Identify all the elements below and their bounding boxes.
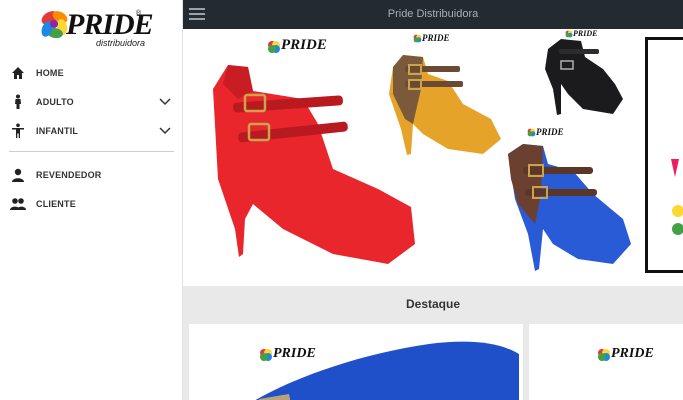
- sidebar-item-home[interactable]: HOME: [0, 58, 183, 87]
- boots-illustration: [213, 39, 683, 271]
- blue-boot: [508, 144, 631, 271]
- child-person-icon: [10, 123, 26, 139]
- featured-section: Destaque PRIDE PRIDE: [183, 286, 683, 400]
- section-heading: Destaque: [405, 297, 461, 311]
- users-icon: [10, 196, 26, 212]
- sidebar-item-label: ADULTO: [36, 96, 74, 107]
- black-boot: [545, 39, 623, 115]
- ad-frame: [645, 37, 683, 273]
- sidebar-item-adulto[interactable]: ADULTO: [0, 87, 183, 116]
- chevron-down-icon[interactable]: [157, 94, 173, 110]
- sidebar-item-label: HOME: [36, 67, 64, 78]
- sidebar: PRIDE ® distribuidora HOME ADULTO INFANT…: [0, 0, 183, 400]
- sidebar-nav: HOME ADULTO INFANTIL REVENDEDOR CLIENTE: [0, 58, 183, 218]
- sidebar-item-label: CLIENTE: [36, 198, 76, 209]
- product-card[interactable]: PRIDE: [189, 324, 523, 400]
- page-title: Pride Distribuidora: [387, 8, 479, 20]
- sidebar-item-infantil[interactable]: INFANTIL: [0, 116, 183, 145]
- logo-sub: distribuidora: [96, 38, 146, 48]
- mustard-boot: [389, 55, 501, 155]
- sidebar-item-cliente[interactable]: CLIENTE: [0, 189, 183, 218]
- adult-person-icon: [10, 94, 26, 110]
- sidebar-item-label: REVENDEDOR: [36, 169, 102, 180]
- card-logo: PRIDE: [597, 346, 654, 362]
- logo-registered: ®: [136, 10, 142, 17]
- card-logo-word: PRIDE: [611, 346, 654, 361]
- sidebar-item-label: INFANTIL: [36, 125, 79, 136]
- sidebar-divider: [9, 151, 174, 152]
- user-icon: [10, 167, 26, 183]
- hero-banner[interactable]: PRIDE PRIDE PRIDE PRIDE: [183, 29, 683, 286]
- rainbow-flower-icon: [598, 349, 610, 361]
- home-icon: [10, 65, 26, 81]
- sidebar-item-revendedor[interactable]: REVENDEDOR: [0, 160, 183, 189]
- pride-logo[interactable]: PRIDE ® distribuidora: [40, 6, 154, 50]
- app-header: Pride Distribuidora: [183, 0, 683, 29]
- red-boot: [213, 65, 415, 264]
- product-card[interactable]: PRIDE: [529, 324, 683, 400]
- chevron-down-icon[interactable]: [157, 123, 173, 139]
- blue-pump-image: [255, 341, 519, 400]
